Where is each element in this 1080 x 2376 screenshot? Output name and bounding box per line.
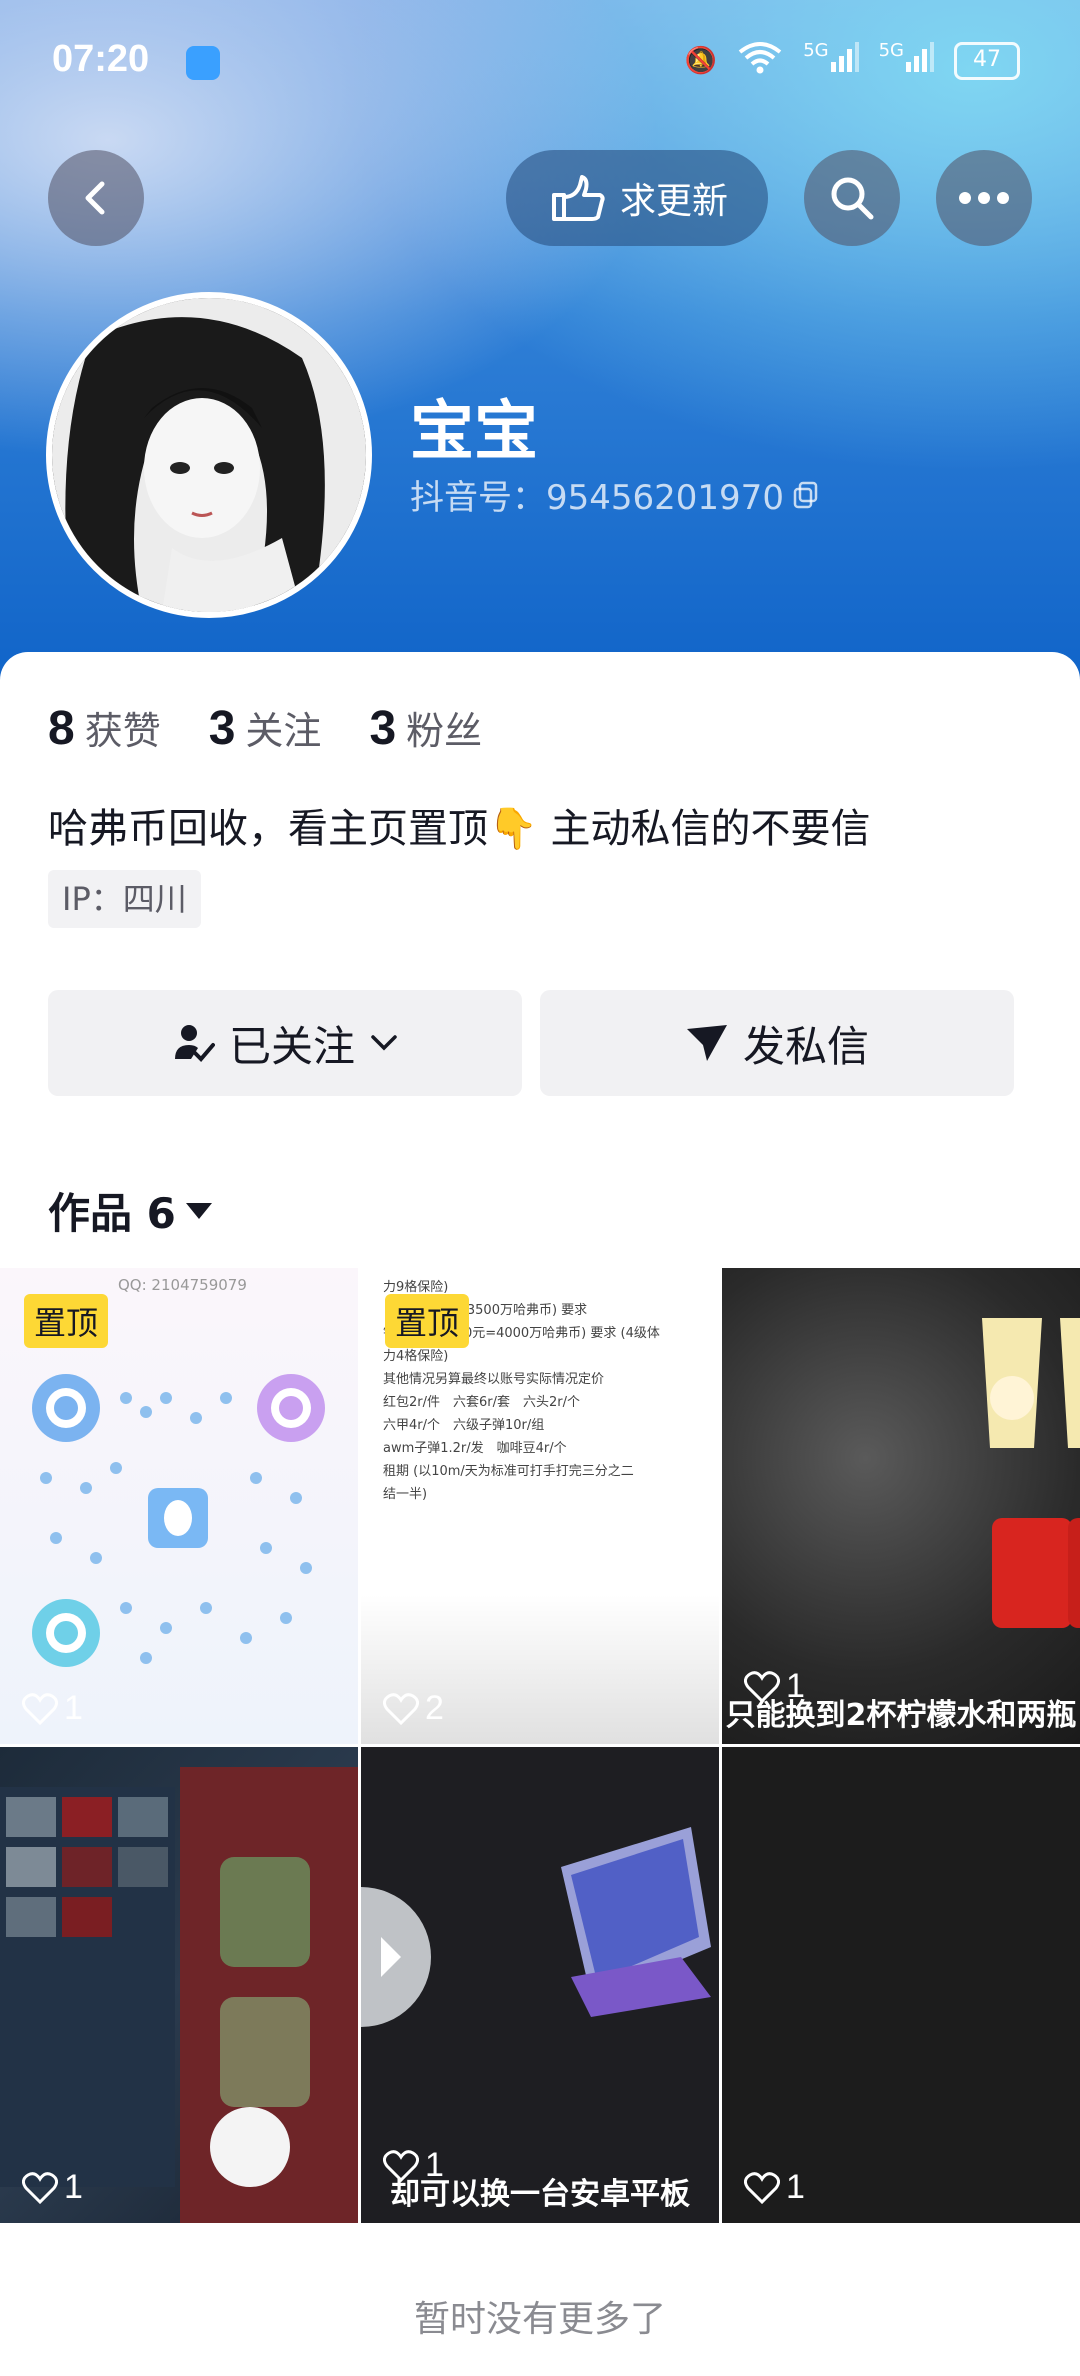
works-tab[interactable]: 作品 6 [48,1180,214,1241]
like-count: 1 [22,2168,83,2207]
user-check-icon [174,1025,215,1062]
weather-icon [186,46,220,80]
chevron-down-icon [371,1035,397,1051]
followed-label: 已关注 [228,1021,355,1071]
work-item[interactable]: 力9格保险) 元=3500万哈弗币) 要求 钱币1:40 (100元=4000万哈弗… [361,1268,719,1744]
heart-icon [744,2171,780,2204]
profile-stats: 8 获赞 3 关注 3 粉丝 [48,700,482,756]
search-button[interactable] [804,150,900,246]
work-item[interactable]: 却可以换一台安卓平板 1 [361,1747,719,2223]
request-update-label: 求更新 [619,181,728,222]
send-icon [686,1025,727,1061]
stat-following[interactable]: 3 关注 [209,700,322,756]
work-item[interactable]: 1 [722,1747,1080,2223]
stat-following-value: 3 [208,702,236,755]
more-button[interactable] [936,150,1032,246]
more-dots-icon [959,192,1009,204]
work-item[interactable]: QQ: 2104759079 置顶 1 [0,1268,358,1744]
like-count: 2 [383,1689,444,1728]
caret-down-icon [185,1202,212,1219]
status-bar: 07:20 🔕 5G 5G 47 [0,0,1080,120]
like-count: 1 [744,1667,805,1706]
like-count: 1 [22,1689,83,1728]
game-inventory-image [0,1767,358,2223]
heart-icon [383,1692,419,1725]
stat-likes-label: 获赞 [84,709,161,753]
like-count-value: 1 [786,1667,805,1705]
heart-icon [744,1670,780,1703]
ip-location-tag: IP：四川 [48,870,201,928]
heart-icon [22,2171,58,2204]
message-label: 发私信 [742,1021,869,1071]
message-button[interactable]: 发私信 [540,990,1014,1096]
stat-followers-label: 粉丝 [406,709,483,753]
douyin-id-text: 抖音号：95456201970 [410,478,784,518]
pointing-hand-icon [551,175,605,221]
followed-button[interactable]: 已关注 [48,990,522,1096]
heart-icon [22,1692,58,1725]
stat-following-label: 关注 [245,709,322,753]
signal-icon: 5G [803,40,859,81]
search-icon [831,177,874,220]
copy-icon[interactable] [792,481,820,509]
douyin-id[interactable]: 抖音号：95456201970 [410,470,820,519]
mute-icon: 🔕 [684,45,718,76]
like-count: 1 [744,2168,805,2207]
work-item[interactable]: 只能换到2杯柠檬水和两瓶 1 [722,1268,1080,1744]
like-count-value: 1 [425,2146,444,2184]
back-button[interactable] [48,150,144,246]
profile-name: 宝宝 [410,395,538,469]
status-time: 07:20 [52,38,150,80]
stat-followers[interactable]: 3 粉丝 [369,700,482,756]
works-title-label: 作品 6 [48,1189,176,1238]
heart-icon [383,2149,419,2182]
like-count-value: 2 [425,1689,444,1727]
like-count-value: 1 [64,2168,83,2206]
chevron-left-icon [85,181,105,215]
like-count-value: 1 [64,1689,83,1727]
wifi-icon [737,40,783,81]
stat-likes-value: 8 [48,702,75,755]
drinks-image [982,1318,1080,1628]
request-update-button[interactable]: 求更新 [506,150,768,246]
battery-icon: 47 [954,41,1020,80]
profile-bio: 哈弗币回收，看主页置顶👇 主动私信的不要信 [48,806,871,852]
qr-code-image [32,1374,325,1667]
avatar[interactable] [46,292,372,618]
pinned-badge: 置顶 [385,1294,470,1348]
stat-followers-value: 3 [369,702,397,755]
stat-likes[interactable]: 8 获赞 [48,700,161,756]
pinned-badge: 置顶 [24,1294,109,1348]
no-more-content: 暂时没有更多了 [413,2299,666,2340]
like-count-value: 1 [786,2168,805,2206]
work-item[interactable]: 1 [0,1747,358,2223]
avatar-illustration [52,298,366,612]
qq-number: QQ: 2104759079 [118,1276,247,1294]
signal-icon-2: 5G [879,40,934,81]
like-count: 1 [383,2146,444,2185]
